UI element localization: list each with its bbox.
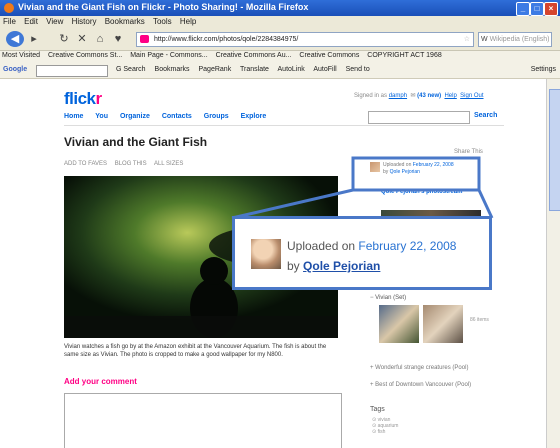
uploader-callout: Uploaded on February 22, 2008 by Qole Pe…	[232, 216, 492, 290]
scrollbar-thumb[interactable]	[549, 89, 560, 211]
uploader-link[interactable]: Qole Pejorian	[303, 259, 380, 273]
upload-date-link[interactable]: February 22, 2008	[358, 239, 456, 253]
avatar[interactable]	[251, 239, 281, 269]
upload-date-line: Uploaded on February 22, 2008	[287, 239, 457, 253]
vertical-scrollbar[interactable]	[546, 79, 560, 448]
browser-window: Vivian and the Giant Fish on Flickr - Ph…	[0, 0, 560, 448]
uploader-line: by Qole Pejorian	[287, 259, 381, 273]
